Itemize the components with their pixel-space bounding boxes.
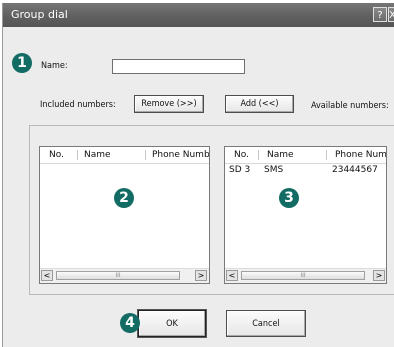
scroll-right-icon[interactable]: > <box>195 270 207 281</box>
column-divider <box>145 150 146 160</box>
column-divider <box>77 150 78 160</box>
column-divider <box>258 150 259 160</box>
included-col-phone[interactable]: Phone Numbe <box>152 150 209 160</box>
scroll-thumb[interactable]: III <box>56 271 180 280</box>
available-numbers-list[interactable]: No. Name Phone Numb SD 3 SMS 23444567 < … <box>224 146 387 284</box>
included-list-header: No. Name Phone Numbe <box>40 147 209 164</box>
list-item[interactable]: SD 3 SMS 23444567 <box>225 165 386 176</box>
available-hscrollbar[interactable]: < III > <box>225 268 386 283</box>
scroll-thumb[interactable]: III <box>241 271 365 280</box>
available-col-name[interactable]: Name <box>267 150 294 160</box>
ok-button[interactable]: OK <box>138 310 206 337</box>
available-col-no[interactable]: No. <box>234 150 249 160</box>
scroll-right-icon[interactable]: > <box>373 270 385 281</box>
callout-badge-2: 2 <box>114 188 134 208</box>
included-numbers-list[interactable]: No. Name Phone Numbe < III > <box>39 146 210 284</box>
column-divider <box>326 150 327 160</box>
callout-badge-4: 4 <box>120 313 140 333</box>
help-button[interactable]: ? <box>373 7 387 22</box>
remove-button[interactable]: Remove (>>) <box>134 95 204 113</box>
cancel-button[interactable]: Cancel <box>226 310 306 337</box>
entry-no: SD 3 <box>229 165 251 175</box>
included-numbers-label: Included numbers: <box>40 100 116 110</box>
name-input[interactable] <box>112 59 245 74</box>
included-col-name[interactable]: Name <box>84 150 111 160</box>
callout-badge-1: 1 <box>12 53 32 73</box>
close-button[interactable]: X <box>388 7 394 22</box>
title-bar[interactable]: Group dial ? X <box>3 3 394 27</box>
included-col-no[interactable]: No. <box>49 150 64 160</box>
included-hscrollbar[interactable]: < III > <box>40 268 209 283</box>
callout-badge-3: 3 <box>279 188 299 208</box>
available-list-header: No. Name Phone Numb <box>225 147 386 164</box>
scroll-left-icon[interactable]: < <box>226 270 238 281</box>
entry-name: SMS <box>264 165 284 175</box>
available-col-phone[interactable]: Phone Numb <box>335 150 386 160</box>
add-button[interactable]: Add (<<) <box>225 95 294 113</box>
window-title: Group dial <box>11 8 68 21</box>
name-label: Name: <box>41 61 68 71</box>
entry-phone: 23444567 <box>332 165 378 175</box>
available-numbers-label: Available numbers: <box>311 101 389 111</box>
scroll-left-icon[interactable]: < <box>41 270 53 281</box>
